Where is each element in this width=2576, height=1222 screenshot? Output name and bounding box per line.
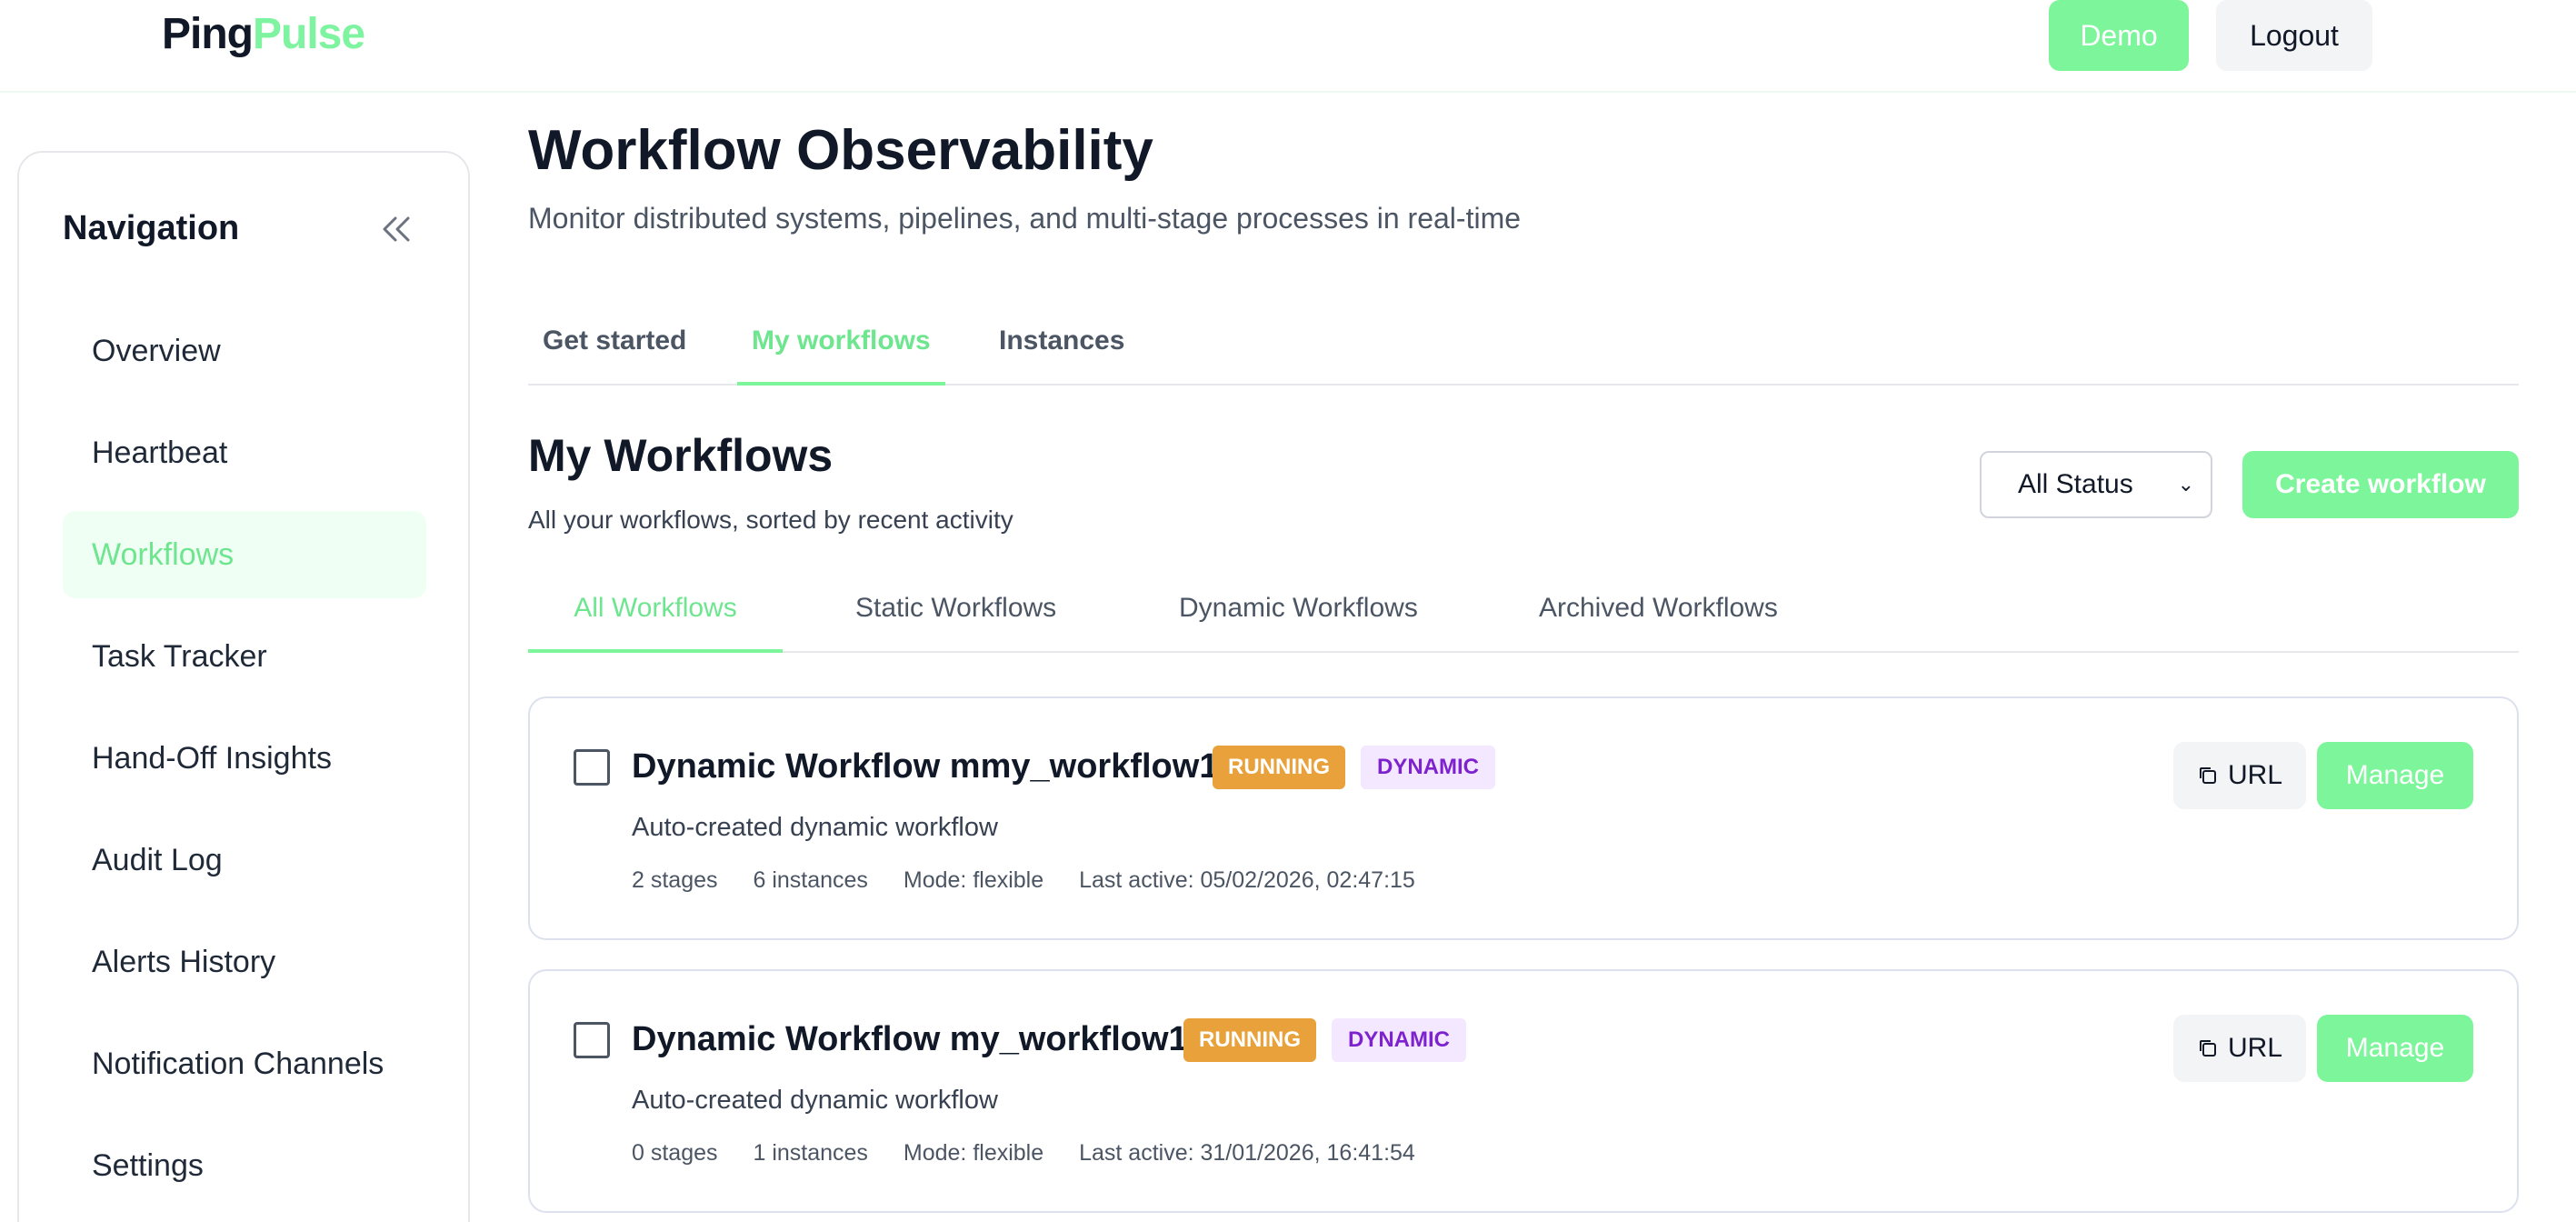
sidebar-item-notification-channels[interactable]: Notification Channels xyxy=(63,1020,426,1107)
subtab-archived-workflows[interactable]: Archived Workflows xyxy=(1539,593,1778,653)
tab-get-started[interactable]: Get started xyxy=(543,326,686,386)
instances-count: 1 instances xyxy=(753,1140,868,1166)
page-title: Workflow Observability xyxy=(528,119,1153,182)
sidebar-item-alerts-history[interactable]: Alerts History xyxy=(63,918,426,1006)
status-filter-select[interactable]: All Status ⌄ xyxy=(1980,451,2212,518)
stages-count: 0 stages xyxy=(632,1140,718,1166)
sidebar-item-settings[interactable]: Settings xyxy=(63,1122,426,1209)
logo-ping: Ping xyxy=(162,10,254,58)
sidebar: Navigation Overview Heartbeat Workflows … xyxy=(17,151,470,1222)
manage-button[interactable]: Manage xyxy=(2317,742,2473,809)
copy-icon xyxy=(2199,1040,2216,1057)
type-badge: DYNAMIC xyxy=(1361,746,1495,789)
workflow-card[interactable]: Dynamic Workflow my_workflow1 RUNNING DY… xyxy=(528,969,2519,1213)
sidebar-item-heartbeat[interactable]: Heartbeat xyxy=(63,409,426,496)
sidebar-item-overview[interactable]: Overview xyxy=(63,307,426,395)
copy-icon xyxy=(2199,767,2216,784)
status-filter-value: All Status xyxy=(2018,469,2133,499)
workflow-select-checkbox[interactable] xyxy=(574,749,610,786)
section-title: My Workflows xyxy=(528,430,834,481)
type-badge: DYNAMIC xyxy=(1332,1018,1466,1062)
status-badge: RUNNING xyxy=(1213,746,1345,789)
workflow-type-tabs: All Workflows Static Workflows Dynamic W… xyxy=(528,582,2519,653)
url-label: URL xyxy=(2227,1033,2282,1063)
top-bar: PingPulse Demo Logout xyxy=(0,0,2576,93)
workflow-mode: Mode: flexible xyxy=(903,1140,1044,1166)
workflow-description: Auto-created dynamic workflow xyxy=(632,813,998,842)
last-active: Last active: 31/01/2026, 16:41:54 xyxy=(1079,1140,1415,1166)
manage-button[interactable]: Manage xyxy=(2317,1015,2473,1082)
logout-button[interactable]: Logout xyxy=(2216,0,2372,71)
status-badge: RUNNING xyxy=(1183,1018,1316,1062)
sidebar-title: Navigation xyxy=(63,209,240,247)
double-chevron-left-icon[interactable] xyxy=(375,211,415,247)
subtab-dynamic-workflows[interactable]: Dynamic Workflows xyxy=(1179,593,1418,653)
workflow-select-checkbox[interactable] xyxy=(574,1022,610,1058)
tab-my-workflows[interactable]: My workflows xyxy=(737,326,945,386)
create-workflow-button[interactable]: Create workflow xyxy=(2242,451,2519,518)
tab-instances[interactable]: Instances xyxy=(999,326,1124,386)
main-tabs: Get started My workflows Instances xyxy=(528,309,2519,386)
demo-button[interactable]: Demo xyxy=(2049,0,2189,71)
url-label: URL xyxy=(2227,760,2282,790)
instances-count: 6 instances xyxy=(753,867,868,893)
copy-url-button[interactable]: URL xyxy=(2173,1015,2306,1082)
sidebar-item-audit-log[interactable]: Audit Log xyxy=(63,816,426,904)
workflow-mode: Mode: flexible xyxy=(903,867,1044,893)
stages-count: 2 stages xyxy=(632,867,718,893)
copy-url-button[interactable]: URL xyxy=(2173,742,2306,809)
sidebar-item-hand-off-insights[interactable]: Hand-Off Insights xyxy=(63,715,426,802)
workflow-meta: 2 stages 6 instances Mode: flexible Last… xyxy=(632,867,1444,894)
workflow-name[interactable]: Dynamic Workflow my_workflow1 xyxy=(632,1020,1188,1059)
workflow-name[interactable]: Dynamic Workflow mmy_workflow1 xyxy=(632,747,1218,786)
last-active: Last active: 05/02/2026, 02:47:15 xyxy=(1079,867,1415,893)
workflow-card[interactable]: Dynamic Workflow mmy_workflow1 RUNNING D… xyxy=(528,696,2519,940)
workflow-description: Auto-created dynamic workflow xyxy=(632,1086,998,1115)
chevron-down-icon: ⌄ xyxy=(2177,473,2194,496)
logo[interactable]: PingPulse xyxy=(162,9,365,60)
sidebar-item-task-tracker[interactable]: Task Tracker xyxy=(63,613,426,700)
section-subtitle: All your workflows, sorted by recent act… xyxy=(528,506,1013,534)
subtab-static-workflows[interactable]: Static Workflows xyxy=(855,593,1056,653)
page-subtitle: Monitor distributed systems, pipelines, … xyxy=(528,202,1522,235)
subtab-all-workflows[interactable]: All Workflows xyxy=(528,593,783,653)
logo-pulse: Pulse xyxy=(253,10,365,58)
workflow-meta: 0 stages 1 instances Mode: flexible Last… xyxy=(632,1140,1444,1167)
sidebar-item-workflows[interactable]: Workflows xyxy=(63,511,426,598)
